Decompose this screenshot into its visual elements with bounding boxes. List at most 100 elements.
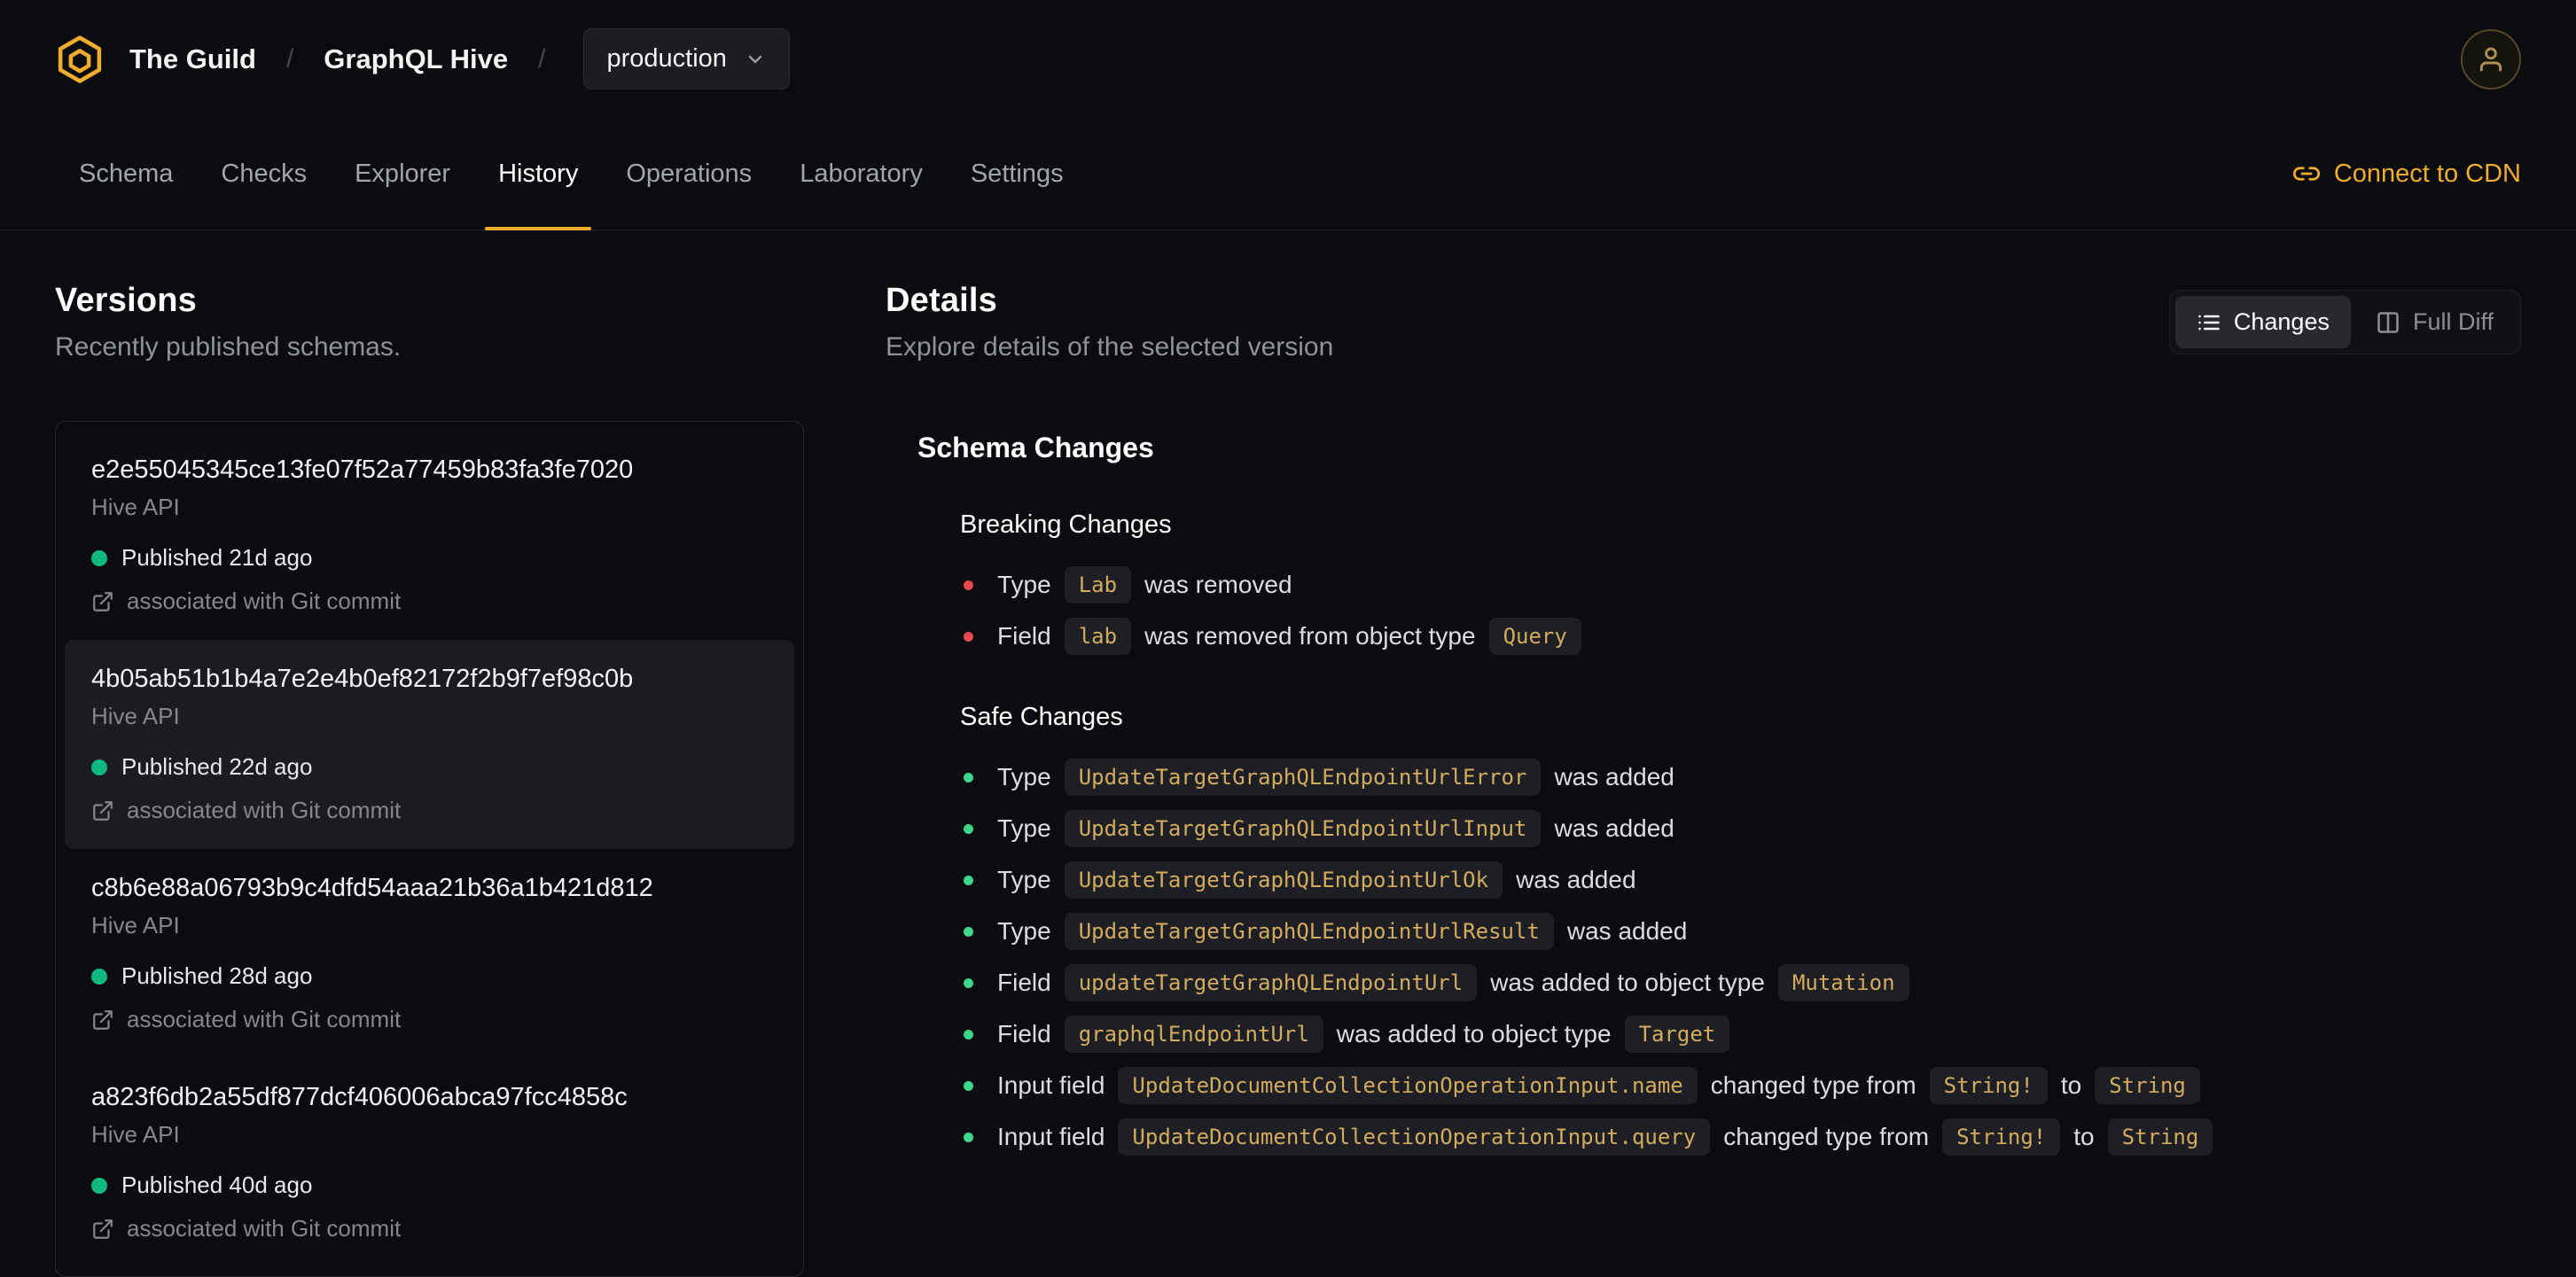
change-text: was added to object type bbox=[1336, 1020, 1612, 1047]
main-content: Versions Recently published schemas. e2e… bbox=[0, 230, 2576, 1277]
code-chip: lab bbox=[1064, 618, 1132, 655]
target-selector[interactable]: production bbox=[582, 28, 790, 90]
versions-panel: Versions Recently published schemas. e2e… bbox=[55, 282, 804, 1277]
changes-toggle-label: Changes bbox=[2233, 308, 2330, 335]
git-association-text: associated with Git commit bbox=[127, 1215, 402, 1242]
change-text: Field bbox=[997, 969, 1051, 996]
list-icon bbox=[2198, 315, 2220, 330]
link-icon bbox=[2292, 167, 2320, 181]
version-service: Hive API bbox=[91, 1121, 180, 1148]
breadcrumb-project[interactable]: GraphQL Hive bbox=[324, 43, 508, 75]
version-git-association: associated with Git commit bbox=[91, 588, 768, 615]
tab-laboratory[interactable]: Laboratory bbox=[776, 118, 947, 230]
git-association-text: associated with Git commit bbox=[127, 588, 402, 614]
tab-bar-list: Schema Checks Explorer History Operations Lab… bbox=[55, 118, 1088, 230]
version-service: Hive API bbox=[91, 912, 180, 938]
changes-toggle-button[interactable]: Changes bbox=[2174, 296, 2351, 348]
safe-bullet bbox=[964, 977, 973, 988]
external-link-icon bbox=[93, 591, 113, 611]
version-published: Published 21d ago bbox=[91, 544, 768, 572]
change-text: Type bbox=[997, 763, 1051, 790]
change-text: Field bbox=[997, 1020, 1051, 1047]
change-text: was added bbox=[1554, 814, 1674, 842]
version-git-association: associated with Git commit bbox=[91, 1006, 768, 1033]
schema-changes-title: Schema Changes bbox=[917, 432, 1154, 463]
details-panel: Details Explore details of the selected … bbox=[886, 282, 2521, 1277]
breaking-change-item: Type Lab was removed bbox=[960, 565, 2521, 605]
connect-to-cdn-label: Connect to CDN bbox=[2333, 159, 2521, 188]
details-header-text: Details Explore details of the selected … bbox=[886, 282, 1333, 362]
code-chip: Target bbox=[1624, 1016, 1730, 1053]
external-link-icon bbox=[93, 1009, 113, 1030]
safe-bullet bbox=[964, 875, 973, 885]
full-diff-toggle-button[interactable]: Full Diff bbox=[2354, 296, 2515, 348]
breadcrumb-separator: / bbox=[285, 43, 294, 74]
safe-change-item: Input field UpdateDocumentCollectionOpera… bbox=[960, 1065, 2521, 1106]
breadcrumb-org[interactable]: The Guild bbox=[129, 43, 256, 75]
tab-history[interactable]: History bbox=[474, 118, 602, 230]
version-hash: 4b05ab51b1b4a7e2e4b0ef82172f2b9f7ef98c0b bbox=[91, 665, 634, 693]
change-text: Field bbox=[997, 622, 1051, 650]
version-git-association: associated with Git commit bbox=[91, 797, 768, 824]
git-association-text: associated with Git commit bbox=[127, 1006, 402, 1032]
tab-bar: Schema Checks Explorer History Operations Lab… bbox=[0, 118, 2576, 230]
version-service: Hive API bbox=[91, 703, 180, 729]
tab-checks[interactable]: Checks bbox=[197, 118, 331, 230]
tab-settings[interactable]: Settings bbox=[947, 118, 1088, 230]
code-chip: UpdateTargetGraphQLEndpointUrlResult bbox=[1064, 913, 1554, 950]
published-text: Published 21d ago bbox=[121, 544, 313, 571]
hive-logo-icon[interactable] bbox=[55, 35, 105, 84]
breaking-changes-title: Breaking Changes bbox=[960, 510, 1172, 539]
breadcrumb-separator: / bbox=[538, 43, 546, 74]
tab-explorer[interactable]: Explorer bbox=[331, 118, 474, 230]
safe-change-item: Field graphqlEndpointUrl was added to obje… bbox=[960, 1014, 2521, 1055]
tab-schema[interactable]: Schema bbox=[55, 118, 197, 230]
change-text: Type bbox=[997, 571, 1051, 598]
version-list-item[interactable]: c8b6e88a06793b9c4dfd54aaa21b36a1b421d812… bbox=[65, 849, 794, 1058]
change-text: to bbox=[2060, 1071, 2082, 1099]
change-text: Type bbox=[997, 866, 1051, 893]
breaking-change-item: Field lab was removed from object type Quer… bbox=[960, 616, 2521, 657]
safe-bullet bbox=[964, 823, 973, 834]
safe-change-item: Type UpdateTargetGraphQLEndpointUrlOk was … bbox=[960, 860, 2521, 900]
versions-subtitle: Recently published schemas. bbox=[55, 332, 402, 362]
safe-changes-list: Type UpdateTargetGraphQLEndpointUrlError w… bbox=[960, 757, 2521, 1157]
target-selector-value: production bbox=[606, 44, 727, 73]
version-git-association: associated with Git commit bbox=[91, 1215, 768, 1242]
code-chip: UpdateDocumentCollectionOperationInput.n… bbox=[1118, 1067, 1698, 1104]
version-hash: e2e55045345ce13fe07f52a77459b83fa3fe7020 bbox=[91, 456, 634, 484]
code-chip: String bbox=[2095, 1067, 2200, 1104]
safe-bullet bbox=[964, 1132, 973, 1142]
version-list-item[interactable]: e2e55045345ce13fe07f52a77459b83fa3fe7020… bbox=[65, 431, 794, 640]
breaking-bullet bbox=[964, 631, 973, 642]
change-text: was removed from object type bbox=[1144, 622, 1476, 650]
breaking-changes-list: Type Lab was removed Field lab was removed fr… bbox=[960, 565, 2521, 657]
versions-list: e2e55045345ce13fe07f52a77459b83fa3fe7020… bbox=[55, 421, 804, 1277]
full-diff-toggle-label: Full Diff bbox=[2412, 308, 2494, 335]
change-text: changed type from bbox=[1710, 1071, 1916, 1099]
change-text: was added bbox=[1554, 763, 1674, 790]
view-toggle: Changes Full Diff bbox=[2168, 290, 2521, 354]
change-text: was removed bbox=[1144, 571, 1292, 598]
tab-operations[interactable]: Operations bbox=[602, 118, 776, 230]
change-text: Type bbox=[997, 917, 1051, 945]
app-root: The Guild / GraphQL Hive / production Sc… bbox=[0, 0, 2576, 1277]
chevron-down-icon bbox=[748, 55, 762, 63]
change-text: was added bbox=[1566, 917, 1688, 945]
safe-bullet bbox=[964, 1080, 973, 1091]
schema-changes-section: Schema Changes Breaking Changes Type Lab w… bbox=[886, 432, 2521, 1157]
code-chip: UpdateTargetGraphQLEndpointUrlError bbox=[1064, 759, 1542, 796]
safe-change-item: Type UpdateTargetGraphQLEndpointUrlInput w… bbox=[960, 808, 2521, 849]
change-text: Input field bbox=[997, 1123, 1105, 1150]
version-list-item[interactable]: 4b05ab51b1b4a7e2e4b0ef82172f2b9f7ef98c0b… bbox=[65, 640, 794, 849]
published-status-dot bbox=[91, 759, 107, 775]
details-header: Details Explore details of the selected … bbox=[886, 282, 2521, 362]
version-hash: a823f6db2a55df877dcf406006abca97fcc4858c bbox=[91, 1083, 628, 1111]
connect-to-cdn-link[interactable]: Connect to CDN bbox=[2292, 118, 2521, 230]
change-text: to bbox=[2073, 1123, 2095, 1150]
version-service: Hive API bbox=[91, 494, 180, 520]
user-avatar[interactable] bbox=[2461, 28, 2521, 90]
details-title: Details bbox=[886, 282, 998, 319]
code-chip: Mutation bbox=[1777, 964, 1909, 1001]
version-list-item[interactable]: a823f6db2a55df877dcf406006abca97fcc4858c… bbox=[65, 1058, 794, 1267]
